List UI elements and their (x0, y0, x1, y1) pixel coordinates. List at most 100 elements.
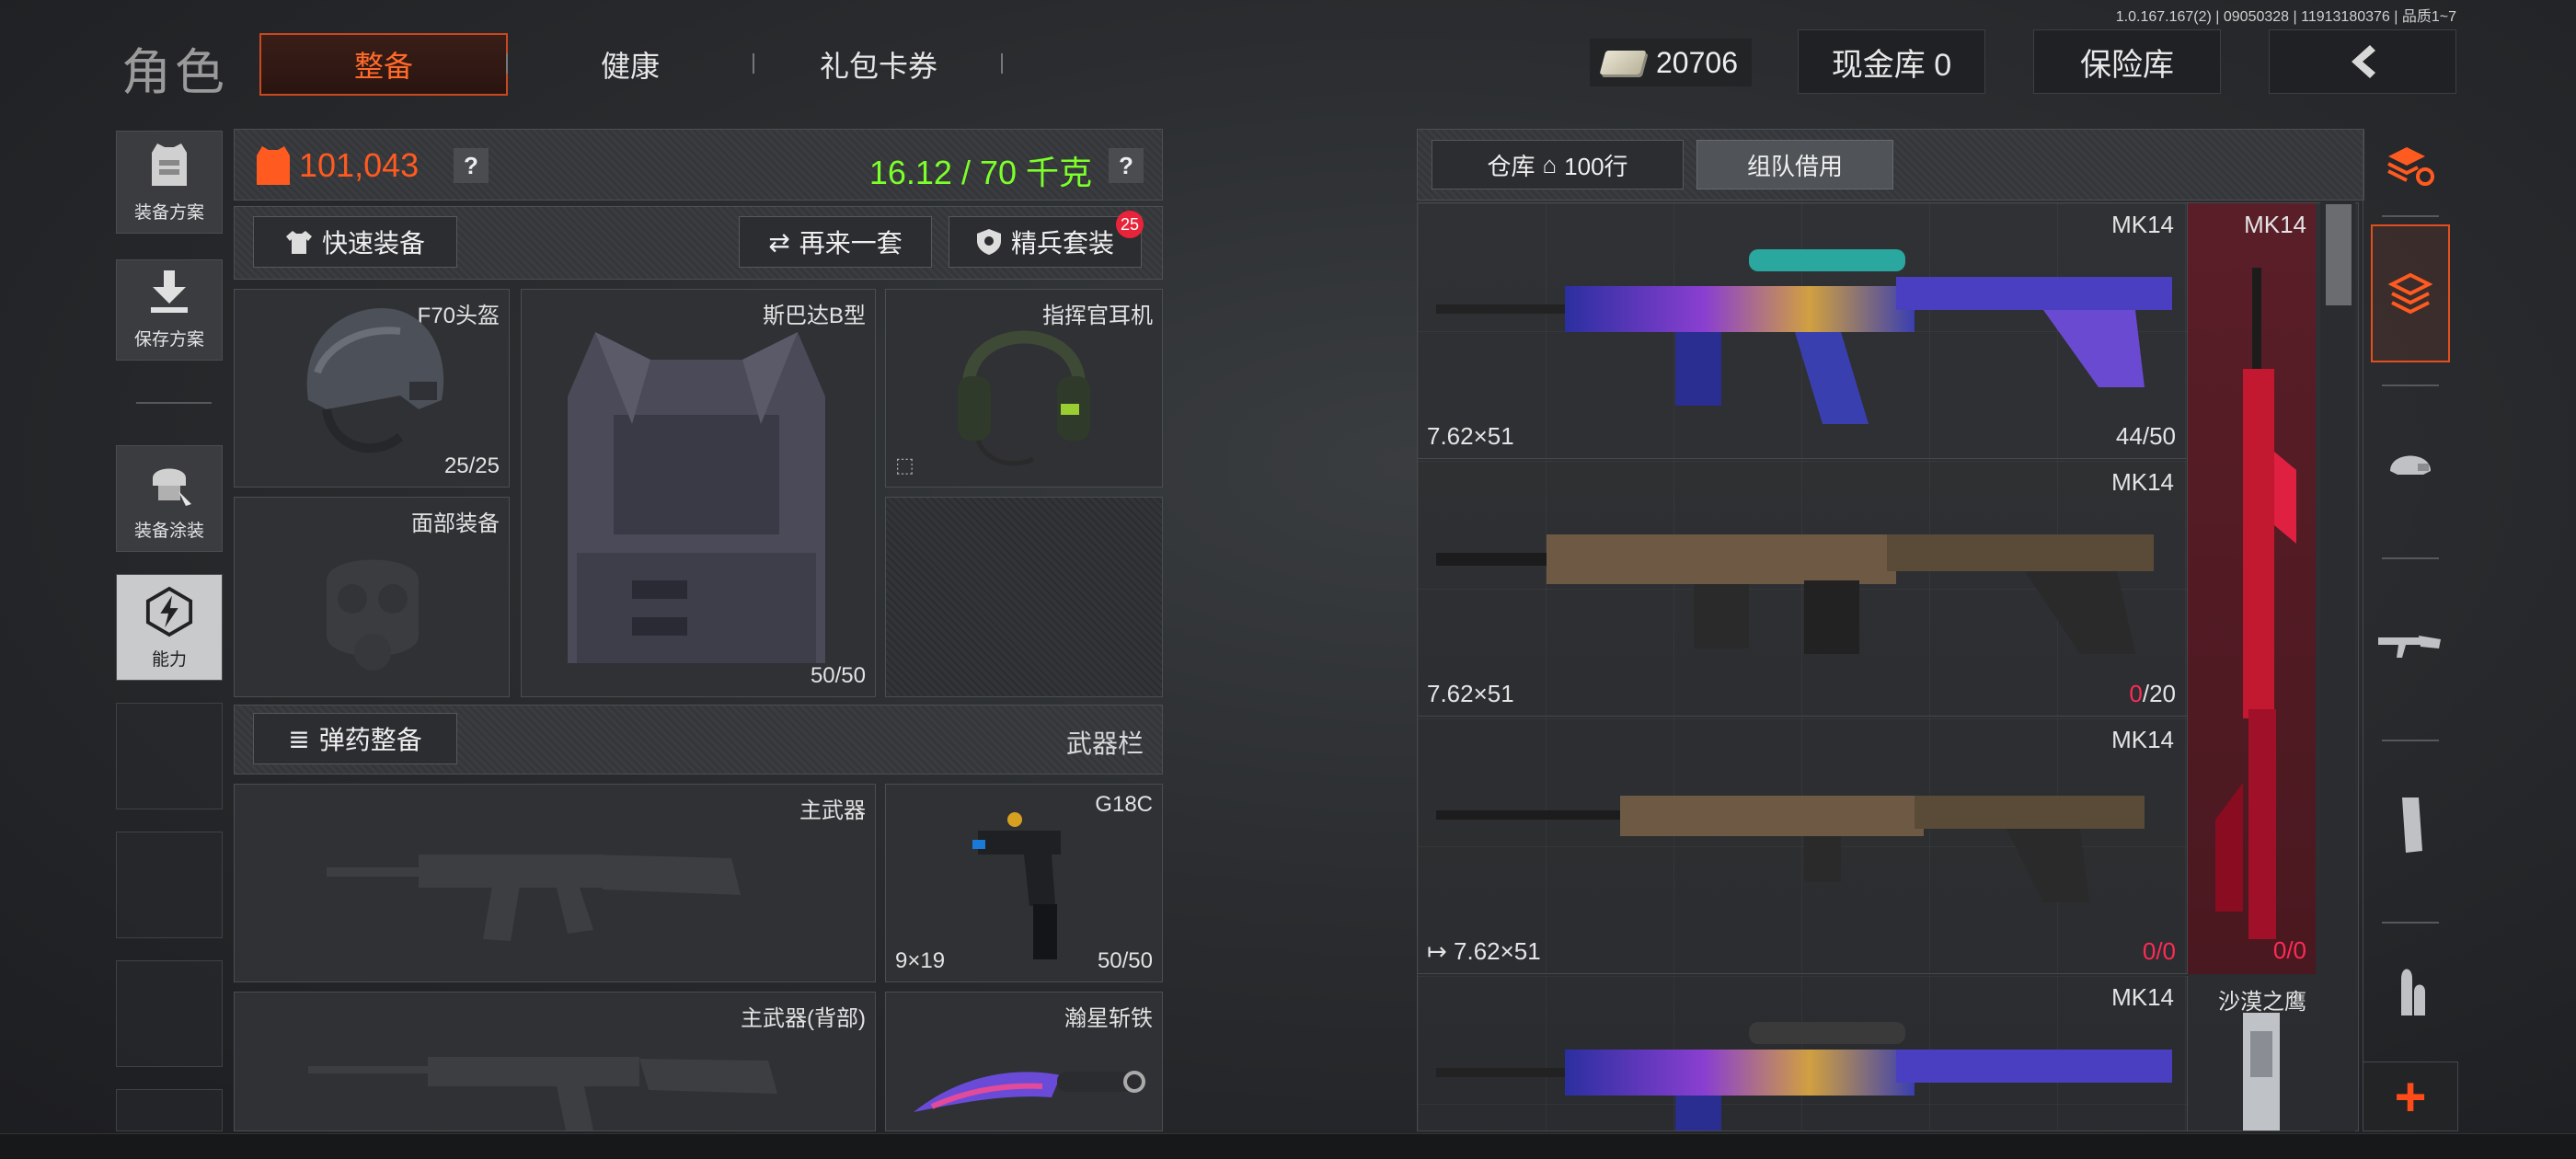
version-info: 1.0.167.167(2) | 09050328 | 11913180376 … (2115, 9, 2456, 25)
warehouse-item[interactable]: MK14 ↦ 7.62×51 0/0 (1418, 718, 2187, 974)
back-button[interactable] (2269, 29, 2456, 94)
currency-amount: 20706 (1656, 45, 1738, 79)
ammo-icon (2401, 969, 2425, 1016)
category-divider (2382, 557, 2439, 559)
currency-display[interactable]: 20706 (1590, 39, 1752, 86)
sidebar-empty-slot (116, 1089, 223, 1131)
action-bar: 快速装备 ⇄ 再来一套 精兵套装 25 (234, 206, 1163, 280)
warehouse-item[interactable]: MK14 (1418, 976, 2187, 1130)
sidebar-item-ability[interactable]: 能力 (116, 574, 223, 681)
tab-team-borrow[interactable]: 组队借用 (1696, 140, 1893, 189)
notification-badge: 25 (1116, 211, 1144, 238)
armor-slot[interactable]: 斯巴达B型 50/50 (521, 289, 876, 697)
tab-health[interactable]: 健康 (506, 33, 754, 96)
equip-again-button[interactable]: ⇄ 再来一套 (739, 216, 932, 268)
weapon-bar-label: 武器栏 (1065, 729, 1144, 758)
home-icon: ⌂ (1542, 150, 1558, 178)
melee-slot[interactable]: 瀚星斩铁 (885, 992, 1163, 1131)
paint-icon (144, 458, 194, 508)
ammo-list-icon: ≣ (288, 724, 310, 753)
category-column (2363, 129, 2458, 1131)
sidebar-item-loadout-plan[interactable]: 装备方案 (116, 131, 223, 234)
rifle-image (1436, 534, 2154, 654)
rifle-image (1436, 249, 2172, 424)
loadout-summary: 101,043 ? 16.12 / 70 千克 ? (234, 129, 1163, 201)
helmet-slot[interactable]: F70头盔 25/25 (234, 289, 510, 488)
add-button[interactable]: + (2363, 1061, 2458, 1131)
refresh-icon: ⇄ (768, 227, 790, 257)
magazine-icon (2402, 798, 2422, 853)
sidebar-divider (136, 402, 212, 404)
ammo-equip-button[interactable]: ≣ 弹药整备 (253, 713, 457, 764)
vest-value-icon (257, 146, 290, 185)
rifle-placeholder-icon (308, 1057, 777, 1130)
warehouse-item[interactable]: MK14 7.62×51 44/50 (1418, 203, 2187, 459)
pistol-image (2243, 1013, 2280, 1130)
safe-box-button[interactable]: 保险库 (2033, 29, 2221, 94)
loadout-value: 101,043 (299, 146, 420, 184)
weapon-section-header: ≣ 弹药整备 武器栏 (234, 705, 1163, 775)
warehouse-item[interactable]: 沙漠之鹰 (2187, 976, 2316, 1130)
warehouse-item[interactable]: MK14 7.62×51 0/20 (1418, 461, 2187, 717)
vest-icon (568, 332, 825, 663)
empty-gear-slot (885, 497, 1163, 697)
download-icon (144, 267, 194, 316)
cash-vault-button[interactable]: 现金库 0 (1798, 29, 1985, 94)
category-divider (2382, 740, 2439, 741)
category-all-button[interactable] (2371, 224, 2450, 362)
quick-equip-button[interactable]: 快速装备 (253, 216, 457, 268)
headset-icon (958, 330, 1090, 466)
category-divider (2382, 215, 2439, 217)
category-ammo-button[interactable] (2371, 935, 2450, 1045)
category-magazine-button[interactable] (2371, 756, 2450, 894)
category-divider (2382, 384, 2439, 386)
sidebar-empty-slot (116, 703, 223, 809)
scrollbar-thumb[interactable] (2326, 204, 2352, 305)
warehouse-scrollbar[interactable] (2320, 202, 2355, 1131)
warehouse-grid[interactable]: MK14 7.62×51 44/50 MK14 7.62×51 0/20 MK1… (1417, 202, 2359, 1131)
cash-icon (1599, 51, 1647, 75)
rifle-image (1436, 796, 2145, 902)
rifle-placeholder-icon (327, 855, 741, 941)
pistol-slot[interactable]: G18C 9×19 50/50 (885, 784, 1163, 982)
bottom-bar (0, 1133, 2576, 1159)
knife-icon (914, 1071, 1145, 1112)
armor-icon (144, 140, 194, 189)
category-refresh-button[interactable] (2371, 129, 2450, 202)
rifle-icon (2378, 636, 2441, 658)
chevron-left-icon (2352, 45, 2375, 78)
helmet-icon (2390, 455, 2431, 475)
tab-warehouse[interactable]: 仓库 ⌂ 100行 (1432, 140, 1684, 189)
primary-weapon-slot[interactable]: 主武器 (234, 784, 876, 982)
gas-mask-icon (327, 559, 419, 671)
rifle-image-vertical (2215, 268, 2296, 939)
tab-loadout[interactable]: 整备 (259, 33, 508, 96)
pistol-icon (972, 812, 1061, 959)
helmet-icon (306, 308, 444, 453)
face-slot[interactable]: 面部装备 (234, 497, 510, 697)
category-divider (2382, 922, 2439, 924)
sidebar-item-save-plan[interactable]: 保存方案 (116, 259, 223, 361)
category-helmet-button[interactable] (2371, 396, 2450, 534)
sidebar-empty-slot (116, 960, 223, 1067)
sidebar-empty-slot (116, 832, 223, 938)
shirt-icon (285, 231, 312, 254)
linked-icon: ↦ (1427, 937, 1455, 965)
shield-icon (976, 229, 1001, 255)
weight-help-button[interactable]: ? (1109, 148, 1144, 183)
value-help-button[interactable]: ? (454, 148, 489, 183)
loadout-weight: 16.12 / 70 千克 (868, 154, 1092, 191)
tab-separator (1001, 53, 1003, 74)
rifle-image (1436, 1022, 2172, 1130)
sidebar-item-paint[interactable]: 装备涂装 (116, 445, 223, 552)
cube-icon: ⬚ (895, 453, 914, 476)
tab-gift-coupons[interactable]: 礼包卡券 (754, 33, 1003, 96)
category-rifle-button[interactable] (2371, 576, 2450, 714)
page-title: 角色 (121, 45, 228, 100)
primary-back-weapon-slot[interactable]: 主武器(背部) (234, 992, 876, 1131)
warehouse-item-vertical[interactable]: MK14 0/0 (2187, 203, 2316, 974)
headset-slot[interactable]: 指挥官耳机 ⬚ (885, 289, 1163, 488)
elite-set-button[interactable]: 精兵套装 (949, 216, 1142, 268)
lightning-icon (144, 586, 194, 637)
stack-icon (2388, 272, 2432, 315)
